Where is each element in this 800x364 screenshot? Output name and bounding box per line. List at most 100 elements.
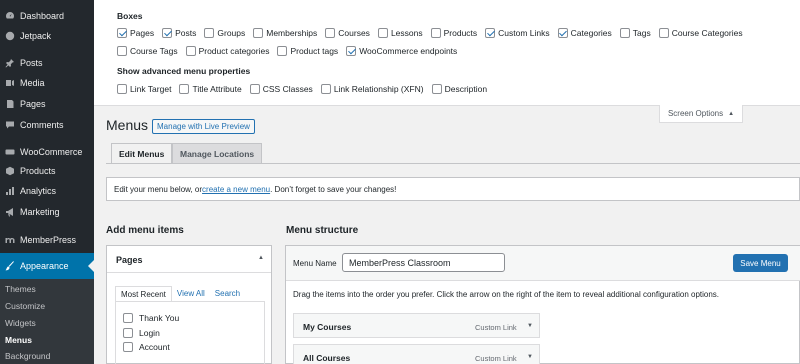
sidebar-item-memberpress[interactable]: MemberPress [0,230,94,250]
sidebar-item-comments[interactable]: Comments [0,115,94,135]
submenu-themes[interactable]: Themes [5,282,36,296]
save-menu-button[interactable]: Save Menu [733,254,788,272]
checkbox-course-categories[interactable]: Course Categories [658,28,743,38]
checkbox-box[interactable] [123,313,133,323]
checkbox-description[interactable]: Description [431,84,487,94]
checkbox-label: Memberships [266,28,318,38]
tab-most-recent[interactable]: Most Recent [115,286,172,302]
sidebar-item-analytics[interactable]: Analytics [0,181,94,201]
checkbox-title-attribute[interactable]: Title Attribute [179,84,242,94]
submenu-widgets[interactable]: Widgets [5,316,36,330]
sidebar-item-label: Marketing [20,207,60,217]
submenu-background[interactable]: Background [5,349,50,363]
admin-sidebar: Dashboard Jetpack Posts Media Pages Comm… [0,0,94,364]
checkbox-box[interactable] [179,84,190,94]
checkbox-box[interactable] [249,84,260,94]
menu-item-my-courses[interactable]: My Courses Custom Link ▼ [293,313,540,338]
checkbox-tags[interactable]: Tags [619,28,651,38]
woo-icon [5,147,15,157]
checkbox-woocommerce-endpoints[interactable]: WooCommerce endpoints [346,46,457,56]
sidebar-item-media[interactable]: Media [0,73,94,93]
pages-accordion-title: Pages [116,255,143,265]
checkbox-courses[interactable]: Courses [325,28,370,38]
checkbox-box[interactable] [320,84,331,94]
checkbox-posts[interactable]: Posts [162,28,196,38]
manage-live-preview-button[interactable]: Manage with Live Preview [152,119,255,134]
checkbox-product-tags[interactable]: Product tags [277,46,338,56]
sidebar-item-appearance[interactable]: Appearance [0,253,94,279]
checkbox-link-relationship[interactable]: Link Relationship (XFN) [320,84,424,94]
list-item-label: Thank You [139,313,180,323]
list-item[interactable]: Thank You [123,313,179,323]
checkbox-custom-links[interactable]: Custom Links [485,28,550,38]
notice-text-after: . Don’t forget to save your changes! [270,184,397,194]
checkbox-box[interactable] [658,28,669,38]
submenu-customize[interactable]: Customize [5,299,45,313]
pages-accordion: Pages ▲ Most Recent View All Search Than… [106,245,272,364]
checkbox-pages[interactable]: Pages [117,28,154,38]
checkbox-box[interactable] [204,28,215,38]
tab-view-all[interactable]: View All [172,286,210,302]
sidebar-item-products[interactable]: Products [0,161,94,181]
pin-icon [5,58,15,68]
pages-accordion-header[interactable]: Pages ▲ [107,246,271,273]
checkbox-box[interactable] [619,28,630,38]
caret-up-icon[interactable]: ▲ [258,255,264,261]
checkbox-box[interactable] [557,28,568,38]
checkbox-course-tags[interactable]: Course Tags [117,46,178,56]
checkbox-box[interactable] [485,28,496,38]
checkbox-box[interactable] [346,46,357,56]
screen-options-toggle[interactable]: Screen Options ▲ [659,105,743,123]
create-menu-link[interactable]: create a new menu [202,185,270,194]
checkbox-box[interactable] [253,28,264,38]
sidebar-item-label: Dashboard [20,11,65,21]
checkbox-product-categories[interactable]: Product categories [185,46,269,56]
checkbox-lessons[interactable]: Lessons [377,28,423,38]
checkbox-link-target[interactable]: Link Target [117,84,171,94]
sidebar-item-dashboard[interactable]: Dashboard [0,6,94,26]
checkbox-css-classes[interactable]: CSS Classes [249,84,313,94]
tab-search[interactable]: Search [210,286,245,302]
checkbox-products[interactable]: Products [430,28,477,38]
checkbox-label: Posts [175,28,197,38]
checkbox-box[interactable] [117,46,127,56]
sidebar-item-jetpack[interactable]: Jetpack [0,26,94,46]
checkbox-box[interactable] [123,328,133,338]
menu-name-input[interactable]: MemberPress Classroom [342,253,505,272]
checkbox-box[interactable] [117,28,127,38]
caret-down-icon[interactable]: ▼ [527,354,533,360]
checkbox-label: CSS Classes [262,84,313,94]
menu-item-all-courses[interactable]: All Courses Custom Link ▼ [293,344,540,364]
list-item[interactable]: Login [123,328,160,338]
comment-icon [5,120,15,130]
screen-options-label: Screen Options [667,109,724,118]
checkbox-box[interactable] [431,84,442,94]
pages-list: Thank You Login Account [115,301,265,364]
checkbox-box[interactable] [277,46,288,56]
menu-item-title: My Courses [303,322,352,332]
checkbox-box[interactable] [430,28,441,38]
list-item[interactable]: Account [123,342,170,352]
checkbox-box[interactable] [117,84,127,94]
checkbox-categories[interactable]: Categories [557,28,612,38]
sidebar-item-posts[interactable]: Posts [0,53,94,73]
checkbox-box[interactable] [123,342,133,352]
checkbox-box[interactable] [162,28,173,38]
sidebar-item-label: Analytics [20,186,57,196]
submenu-menus[interactable]: Menus [5,333,32,347]
boxes-row-1: Pages Posts Groups Memberships Courses L… [117,26,751,40]
sidebar-item-pages[interactable]: Pages [0,94,94,114]
sidebar-item-woocommerce[interactable]: WooCommerce [0,142,94,162]
media-icon [5,78,15,88]
checkbox-groups[interactable]: Groups [204,28,245,38]
tab-edit-menus[interactable]: Edit Menus [111,143,173,163]
checkbox-memberships[interactable]: Memberships [253,28,317,38]
checkbox-label: Custom Links [498,28,550,38]
tab-manage-locations[interactable]: Manage Locations [172,143,263,163]
checkbox-label: Lessons [390,28,423,38]
checkbox-box[interactable] [377,28,388,38]
sidebar-item-marketing[interactable]: Marketing [0,202,94,222]
checkbox-box[interactable] [325,28,336,38]
caret-down-icon[interactable]: ▼ [527,323,533,329]
checkbox-box[interactable] [185,46,196,56]
